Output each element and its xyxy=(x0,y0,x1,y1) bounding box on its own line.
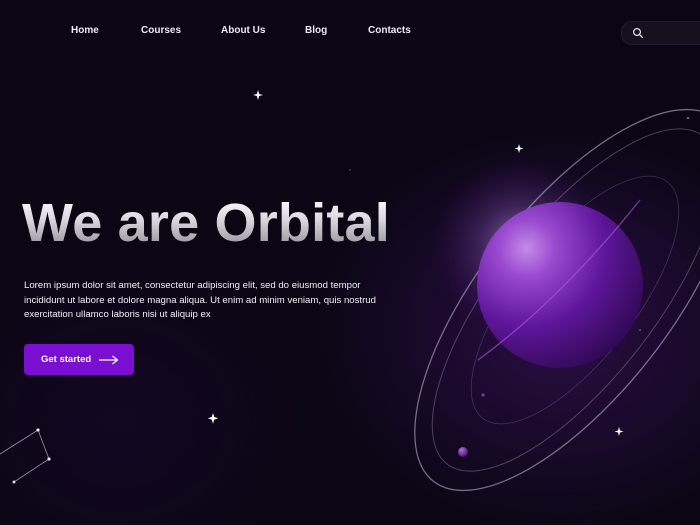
star-icon xyxy=(514,144,524,153)
star-dot xyxy=(639,329,641,331)
hero-description: Lorem ipsum dolor sit amet, consectetur … xyxy=(24,280,376,320)
star-dot xyxy=(687,117,689,119)
hero-title: We are Orbital xyxy=(22,193,390,253)
get-started-button[interactable]: Get started xyxy=(24,344,134,375)
nav-blog[interactable]: Blog xyxy=(305,25,327,36)
sparkle-stars xyxy=(207,90,689,436)
planet xyxy=(477,202,643,368)
planet-glow xyxy=(430,155,610,335)
get-started-label: Get started xyxy=(41,354,92,365)
nav-contacts[interactable]: Contacts xyxy=(368,25,411,36)
star-icon xyxy=(614,427,624,436)
space-scene xyxy=(0,90,700,492)
nav-home[interactable]: Home xyxy=(71,25,99,36)
star-icon xyxy=(207,413,219,424)
planet-rings xyxy=(414,108,700,492)
moon xyxy=(458,447,468,457)
nav-about-us[interactable]: About Us xyxy=(221,25,265,36)
constellation xyxy=(0,428,51,484)
search-box[interactable] xyxy=(621,21,700,45)
search-input[interactable] xyxy=(650,25,700,41)
nav-courses[interactable]: Courses xyxy=(141,25,181,36)
moon-small xyxy=(481,393,485,397)
star-icon xyxy=(253,90,263,100)
orbit-ring-inner xyxy=(470,175,680,425)
main-nav: Home Courses About Us Blog Contacts xyxy=(0,0,700,64)
star-dot xyxy=(349,169,351,171)
arrow-right-icon xyxy=(99,354,119,365)
orbit-ring-outer xyxy=(414,108,700,492)
orbit-ring-middle xyxy=(431,128,700,472)
search-icon xyxy=(632,27,644,39)
orbit-ring-front xyxy=(477,199,641,361)
